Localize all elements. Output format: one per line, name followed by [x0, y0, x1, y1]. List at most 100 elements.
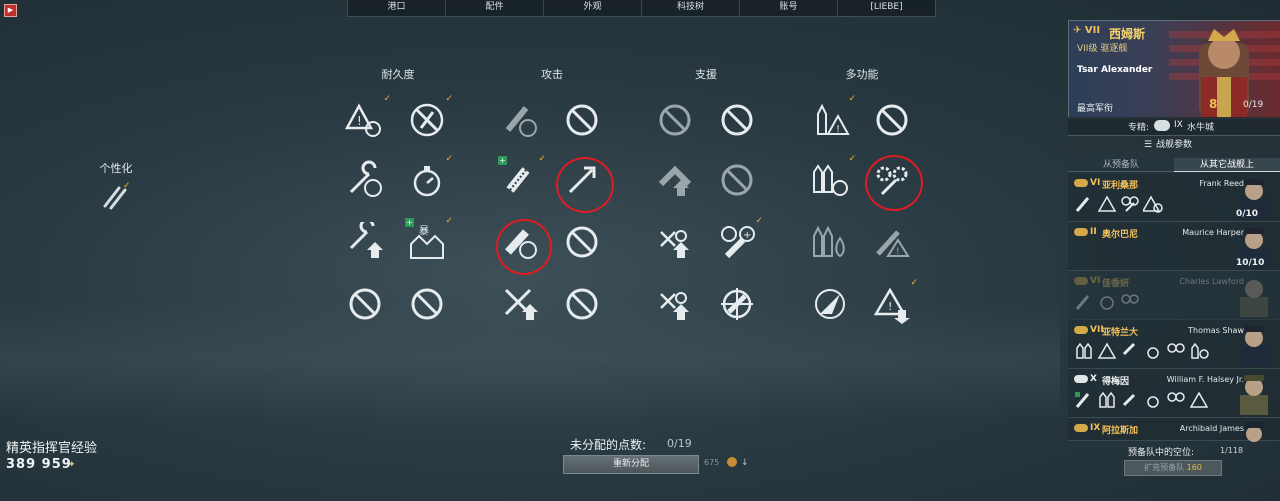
skill-crosshair-icon[interactable]	[717, 284, 757, 324]
skill-icon	[1097, 293, 1117, 311]
svg-text:!: !	[836, 124, 840, 135]
commander-level: 8	[1209, 97, 1218, 111]
commander-points: 10/10	[1236, 258, 1265, 268]
doubloon-icon	[727, 457, 737, 467]
skill-repair-upgrade-icon[interactable]	[345, 222, 385, 262]
exit-icon[interactable]: ▶	[4, 4, 17, 17]
top-navigation: 港口 配件 外观 科技树 账号 [LIEBE]	[347, 0, 936, 17]
skill-shells-warning-icon[interactable]: !	[872, 222, 912, 262]
ship-name: 阿拉斯加	[1102, 426, 1139, 436]
svg-text:+: +	[743, 230, 751, 241]
commander-rank: 最高军衔	[1077, 104, 1114, 114]
ship-params-label: 战舰参数	[1155, 140, 1192, 150]
commander-portrait	[1240, 280, 1268, 317]
skill-crossed-torpedo-icon[interactable]	[500, 284, 540, 324]
skill-locked-icon[interactable]	[562, 222, 602, 262]
column-title-versatility: 多功能	[845, 68, 879, 81]
skill-warning-icon[interactable]: ! ✓	[345, 94, 391, 140]
skill-locked-icon[interactable]	[717, 160, 757, 200]
tab-port[interactable]: 港口	[348, 0, 446, 16]
skill-radar-icon[interactable]	[810, 284, 850, 324]
reserve-commander-row[interactable]: X 得梅因 William F. Halsey Jr.	[1068, 369, 1280, 418]
ship-name: 奥尔巴尼	[1102, 230, 1139, 240]
tab-tech-tree[interactable]: 科技树	[642, 0, 740, 16]
tab-clan[interactable]: [LIEBE]	[838, 0, 935, 16]
skill-aircraft-defense-icon[interactable]	[655, 284, 695, 324]
reserve-commander-row[interactable]: VI 亚利桑那 Frank Reed 0/10	[1068, 173, 1280, 222]
ship-name: 佳香妍	[1102, 279, 1130, 289]
skill-aircraft-upgrade-icon[interactable]	[655, 222, 695, 262]
skill-icon	[1074, 391, 1094, 409]
svg-text:!: !	[357, 114, 362, 128]
skill-torpedo-launcher-icon[interactable]: + ✓	[498, 154, 546, 200]
skill-icon	[1141, 195, 1163, 213]
redistribute-button[interactable]: 重新分配	[563, 455, 699, 474]
unassigned-points-label: 未分配的点数:	[570, 438, 647, 452]
elite-xp-icon: ✦	[68, 460, 76, 470]
skill-locked-icon[interactable]	[872, 100, 912, 140]
skill-icon	[1189, 391, 1209, 409]
skill-shells-fire-icon[interactable]	[810, 222, 850, 262]
skill-icon	[1166, 391, 1186, 409]
skill-warning-down-icon[interactable]: ! ✓	[872, 278, 918, 324]
reserve-commander-row[interactable]: IX 阿拉斯加 Archibald James	[1068, 418, 1280, 442]
skill-locked-icon[interactable]	[655, 100, 695, 140]
ship-tier: X	[1074, 374, 1097, 384]
skill-repair-icon[interactable]	[345, 160, 385, 200]
shells-icon: ✓	[103, 181, 131, 210]
chevron-down-icon[interactable]: ↓	[741, 458, 749, 468]
ship-icon	[1074, 423, 1088, 432]
skill-icon	[1097, 391, 1117, 409]
tab-equipment[interactable]: 配件	[446, 0, 544, 16]
tab-appearance[interactable]: 外观	[544, 0, 642, 16]
tab-from-other-ships[interactable]: 从其它战舰上	[1174, 158, 1280, 172]
commander-ship-name: 西姆斯	[1109, 27, 1146, 41]
skill-locked-icon[interactable]	[562, 284, 602, 324]
skill-shells-timer-icon[interactable]: ✓	[810, 154, 856, 200]
skill-no-fire-icon[interactable]: ✓	[407, 94, 453, 140]
commander-skills	[1074, 195, 1163, 213]
expand-reserve-cost: 160	[1186, 463, 1202, 472]
commander-skills	[1074, 342, 1209, 360]
personalization-label: 个性化	[99, 162, 133, 175]
reserve-commander-row[interactable]: II 奥尔巴尼 Maurice Harper 10/10	[1068, 222, 1280, 271]
skill-locked-icon[interactable]	[407, 284, 447, 324]
skill-aa-buildings-icon[interactable]: 暴 + ✓	[405, 216, 453, 262]
ship-tier: VI	[1074, 178, 1100, 188]
ship-icon	[1074, 374, 1088, 383]
skill-shell-alert-icon[interactable]: ! ✓	[810, 94, 856, 140]
skill-locked-icon[interactable]	[562, 100, 602, 140]
skill-heal-upgrade-icon[interactable]	[655, 160, 695, 200]
specialization-ship: 水牛城	[1187, 123, 1215, 133]
reserve-commander-row[interactable]: VI 佳香妍 Charles Lawford	[1068, 271, 1280, 320]
skill-icon	[1097, 195, 1117, 213]
personalization[interactable]: 个性化 ✓	[86, 160, 146, 216]
skill-aircraft-plus-icon[interactable]: + ✓	[717, 216, 763, 262]
list-icon: ☰	[1144, 140, 1153, 150]
reserve-tabs: 从预备队 从其它战舰上	[1068, 158, 1280, 172]
ship-tier: VII	[1074, 325, 1104, 335]
commander-card[interactable]: ✈ VII 西姆斯 VII级 驱逐舰 Tsar Alexander 最高军衔 8…	[1068, 20, 1280, 119]
skill-icon	[1074, 293, 1094, 311]
reserve-commander-row[interactable]: VII 亚特兰大 Thomas Shaw	[1068, 320, 1280, 369]
ship-icon	[1074, 227, 1088, 236]
commander-skills	[1074, 293, 1140, 311]
expand-reserve-label: 扩充预备队	[1144, 463, 1185, 472]
skill-timer-icon[interactable]: ✓	[407, 154, 453, 200]
skill-locked-icon[interactable]	[717, 100, 757, 140]
expand-reserve-button[interactable]: 扩充预备队 160	[1124, 460, 1222, 476]
skill-locked-icon[interactable]	[345, 284, 385, 324]
tab-account[interactable]: 账号	[740, 0, 838, 16]
skill-shell-range-icon[interactable]	[500, 100, 540, 140]
commander-portrait	[1244, 422, 1264, 442]
reserve-space-value: 1/118	[1220, 446, 1244, 455]
tab-from-reserve[interactable]: 从预备队	[1068, 158, 1174, 172]
skill-icon	[1120, 342, 1140, 360]
ship-tier: II	[1074, 227, 1097, 237]
skill-icon	[1166, 342, 1186, 360]
unassigned-points-value: 0/19	[667, 437, 692, 450]
ship-params-button[interactable]: ☰ 战舰参数	[1068, 135, 1280, 154]
svg-text:!: !	[896, 247, 900, 257]
commander-ship-class: VII级 驱逐舰	[1077, 44, 1128, 54]
highlight-circle	[556, 157, 614, 213]
